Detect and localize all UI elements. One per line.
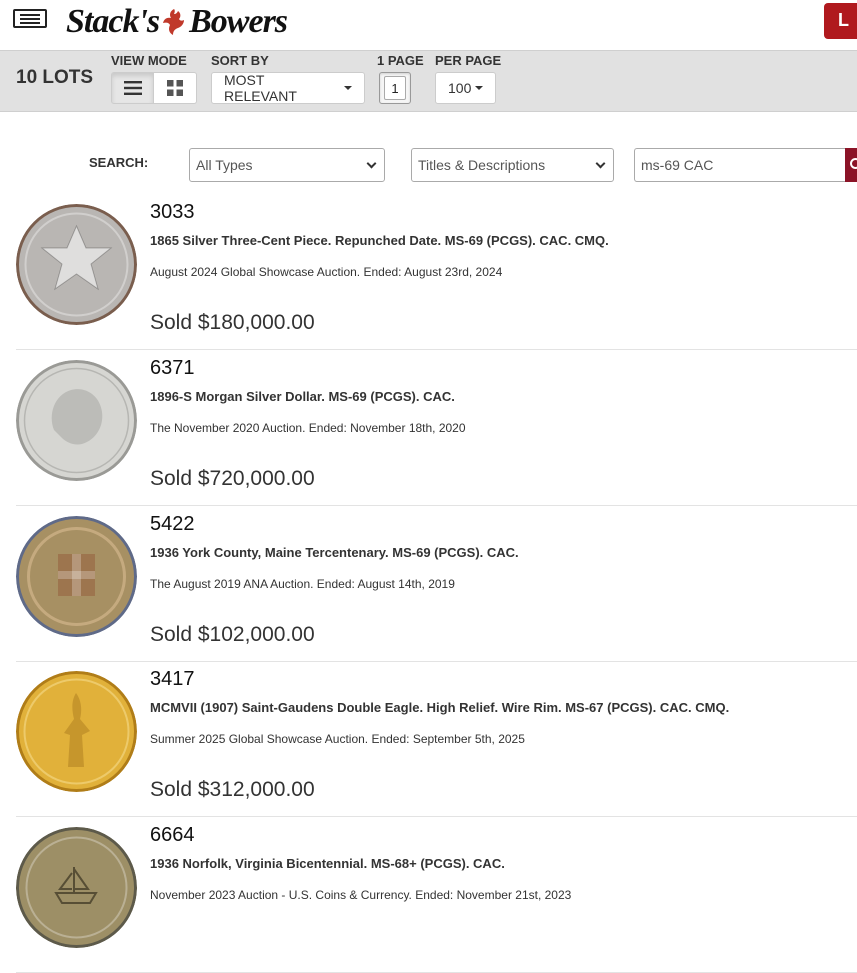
grid-icon [167,80,183,96]
list-icon [123,81,142,95]
lot-item[interactable]: 5422 1936 York County, Maine Tercentenar… [16,507,857,662]
chevron-down-icon [595,158,606,168]
page-count-label: 1 PAGE [377,53,424,68]
logo-text-stacks: Stack's [66,3,160,40]
page-number-field[interactable]: 1 [379,72,411,104]
eagle-logo-icon [163,9,185,35]
lot-sold-price: Sold $312,000.00 [150,778,315,801]
lot-number[interactable]: 3033 [150,201,195,224]
lot-item[interactable]: 3417 MCMVII (1907) Saint-Gaudens Double … [16,662,857,817]
lot-auction: November 2023 Auction - U.S. Coins & Cur… [150,888,572,902]
lot-title[interactable]: 1865 Silver Three-Cent Piece. Repunched … [150,233,609,248]
coin-image[interactable] [16,827,137,948]
coin-image[interactable] [16,671,137,792]
chevron-down-icon [366,158,377,168]
lot-title[interactable]: 1896-S Morgan Silver Dollar. MS-69 (PCGS… [150,389,455,404]
sort-by-label: SORT BY [211,53,269,68]
view-mode-label: VIEW MODE [111,53,187,68]
per-page-value: 100 [448,80,472,96]
type-select-value: All Types [196,157,253,173]
lot-item[interactable]: 6664 1936 Norfolk, Virginia Bicentennial… [16,818,857,973]
scope-select[interactable]: Titles & Descriptions [411,148,614,182]
lot-title[interactable]: MCMVII (1907) Saint-Gaudens Double Eagle… [150,700,729,715]
lot-auction: August 2024 Global Showcase Auction. End… [150,265,503,279]
view-mode-toggle [111,72,197,104]
lot-number[interactable]: 6371 [150,357,195,380]
lot-sold-price: Sold $102,000.00 [150,623,315,646]
coin-image[interactable] [16,516,137,637]
per-page-dropdown[interactable]: 100 [435,72,496,104]
site-logo[interactable]: Stack's Bowers [66,0,288,44]
lot-sold-price: Sold $720,000.00 [150,467,315,490]
results-toolbar: 10 LOTS VIEW MODE SORT BY MOST RELEVANT … [0,50,857,112]
search-icon [850,158,857,169]
lot-item[interactable]: 6371 1896-S Morgan Silver Dollar. MS-69 … [16,351,857,506]
type-select[interactable]: All Types [189,148,385,182]
lot-auction: Summer 2025 Global Showcase Auction. End… [150,732,525,746]
lot-title[interactable]: 1936 York County, Maine Tercentenary. MS… [150,545,519,560]
search-label: SEARCH: [89,155,149,170]
lot-title[interactable]: 1936 Norfolk, Virginia Bicentennial. MS-… [150,856,505,871]
sort-dropdown[interactable]: MOST RELEVANT [211,72,365,104]
scope-select-value: Titles & Descriptions [418,157,546,173]
sort-value: MOST RELEVANT [224,72,297,104]
logo-text-bowers: Bowers [189,3,288,40]
lot-auction: The November 2020 Auction. Ended: Novemb… [150,421,466,435]
lots-count: 10 LOTS [16,67,94,88]
coin-image[interactable] [16,204,137,325]
lot-sold-price: Sold $180,000.00 [150,311,315,334]
lot-auction: The August 2019 ANA Auction. Ended: Augu… [150,577,455,591]
list-view-button[interactable] [111,72,154,104]
lot-number[interactable]: 6664 [150,824,195,847]
lot-number[interactable]: 3417 [150,668,195,691]
coin-image[interactable] [16,360,137,481]
lot-item[interactable]: 3033 1865 Silver Three-Cent Piece. Repun… [16,195,857,350]
search-input[interactable] [634,148,846,182]
caret-down-icon [475,86,484,90]
per-page-label: PER PAGE [435,53,502,68]
search-button[interactable] [845,148,857,182]
page-number-value: 1 [384,76,406,100]
site-header: Stack's Bowers L [0,0,857,50]
menu-icon[interactable] [13,9,47,28]
grid-view-button[interactable] [154,72,197,104]
lot-number[interactable]: 5422 [150,513,195,536]
caret-down-icon [344,86,352,90]
header-login-button[interactable]: L [824,3,857,39]
